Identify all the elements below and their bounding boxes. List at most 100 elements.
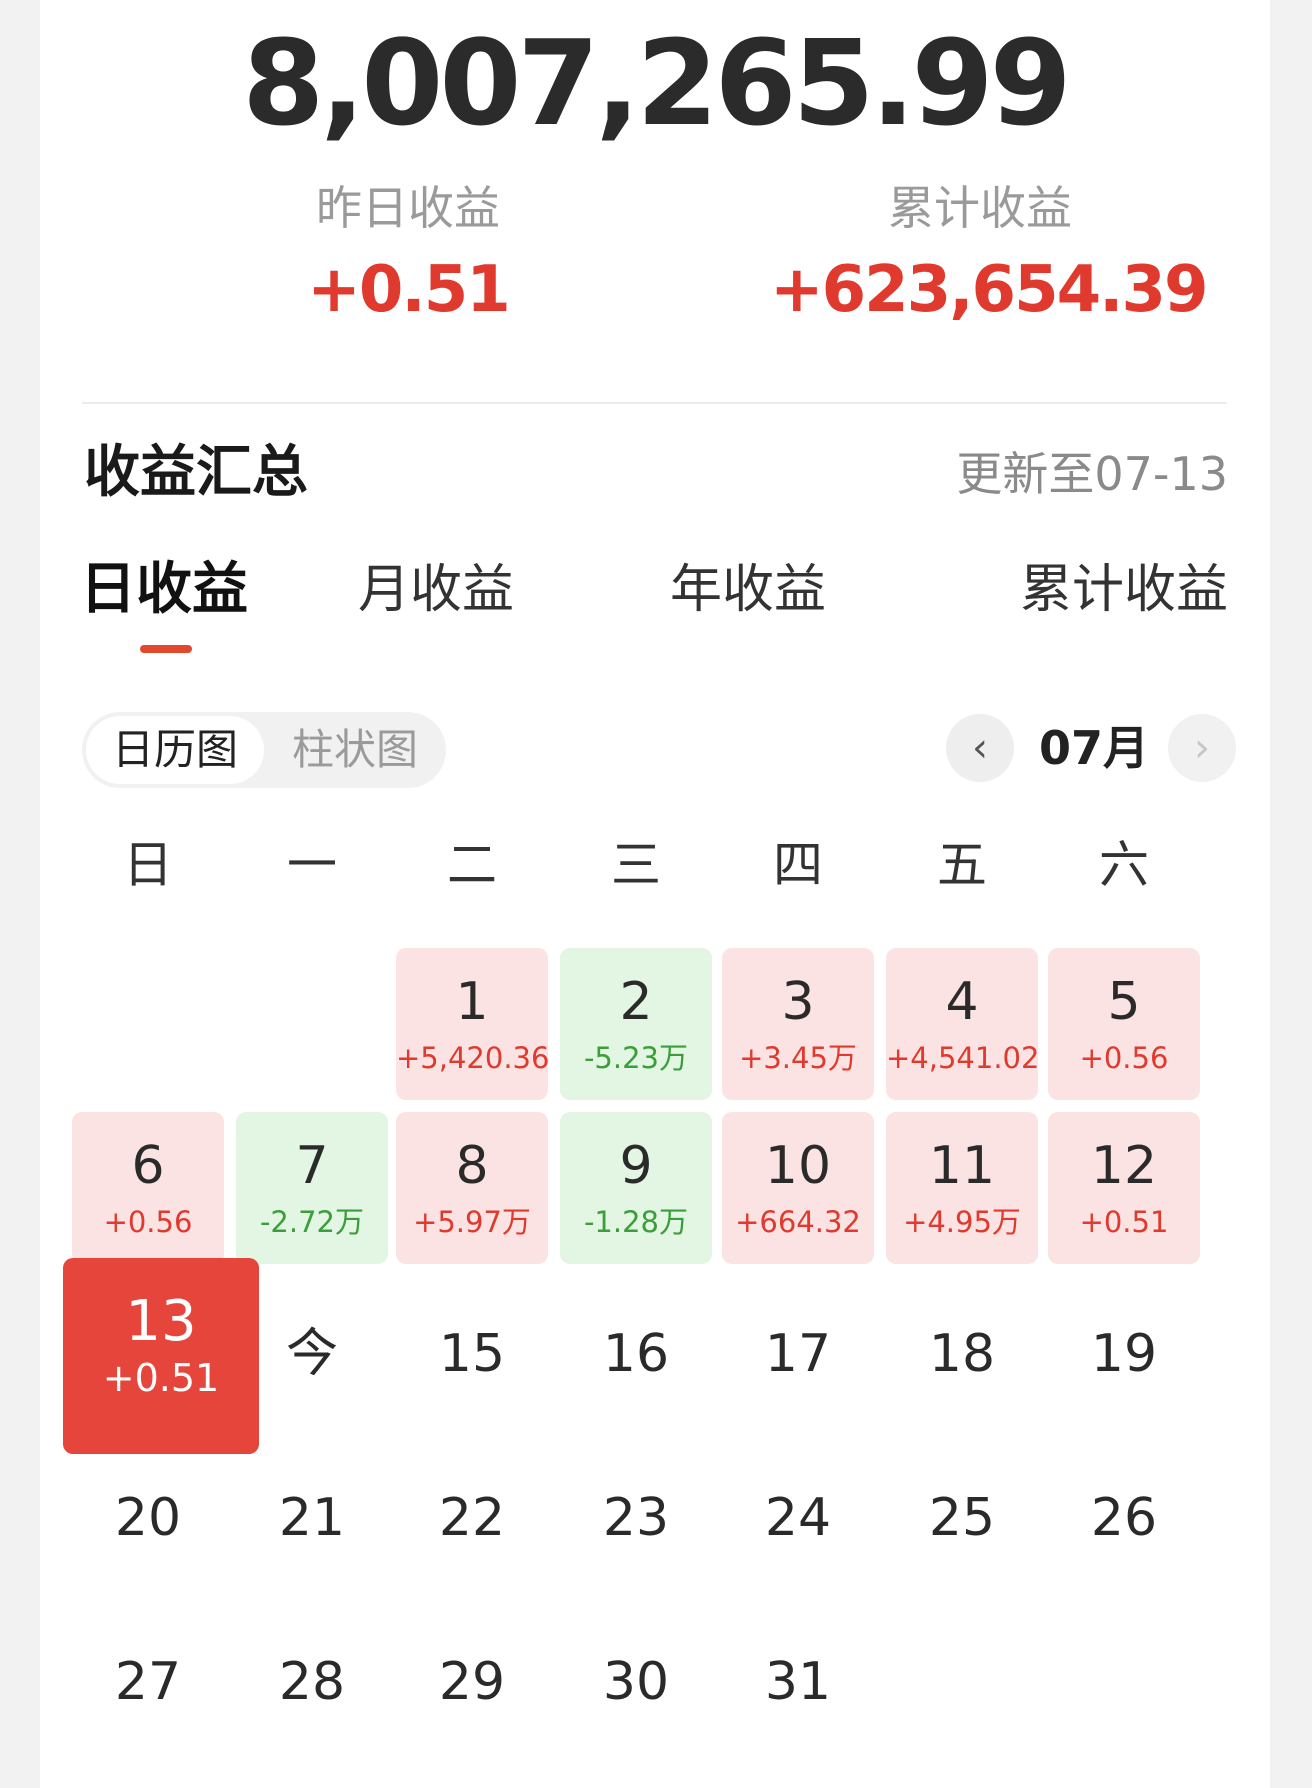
tab-daily[interactable]: 日收益 <box>80 555 248 625</box>
calendar-day[interactable]: 18 <box>886 1276 1038 1428</box>
weekday-label: 六 <box>1099 836 1149 894</box>
tab-monthly[interactable]: 月收益 <box>358 555 514 625</box>
day-number: 13 <box>125 1289 197 1354</box>
tab-active-indicator <box>140 645 192 653</box>
calendar-day[interactable]: 1 +5,420.36 <box>396 948 550 1100</box>
day-gain: +4,541.02 <box>886 1041 1040 1075</box>
calendar-day[interactable]: 15 <box>396 1276 548 1428</box>
section-title: 收益汇总 <box>84 440 308 505</box>
day-number: 30 <box>602 1652 670 1712</box>
day-gain: +5,420.36 <box>396 1041 550 1075</box>
weekday-label: 一 <box>287 836 337 894</box>
calendar-day[interactable]: 27 <box>72 1604 224 1756</box>
calendar-day[interactable]: 5 +0.56 <box>1048 948 1200 1100</box>
day-gain: +0.51 <box>102 1356 220 1400</box>
day-number: 24 <box>764 1488 832 1548</box>
day-gain: +3.45万 <box>739 1041 857 1075</box>
day-number: 27 <box>114 1652 182 1712</box>
day-number: 25 <box>928 1488 996 1548</box>
day-number: 28 <box>278 1652 346 1712</box>
chevron-left-icon[interactable]: ‹ <box>946 714 1014 782</box>
day-gain: +0.56 <box>103 1205 193 1239</box>
day-gain: +4.95万 <box>903 1205 1021 1239</box>
day-number: 12 <box>1090 1136 1158 1196</box>
day-number: 31 <box>764 1652 832 1712</box>
day-number: 9 <box>619 1136 653 1196</box>
cumulative-earnings[interactable]: 累计收益 +623,654.39 <box>770 178 1209 332</box>
calendar-day[interactable]: 3 +3.45万 <box>722 948 874 1100</box>
calendar-day[interactable]: 26 <box>1048 1440 1200 1592</box>
total-assets: 8,007,265.99 <box>242 14 1071 152</box>
weekday-label: 四 <box>773 836 823 894</box>
day-number: 10 <box>764 1136 832 1196</box>
calendar-day[interactable]: 17 <box>722 1276 874 1428</box>
day-gain: +0.51 <box>1079 1205 1169 1239</box>
weekday-label: 五 <box>937 836 987 894</box>
calendar-day[interactable]: 21 <box>236 1440 388 1592</box>
calendar-day[interactable]: 11 +4.95万 <box>886 1112 1038 1264</box>
calendar-day[interactable]: 10 +664.32 <box>722 1112 874 1264</box>
tab-cumulative[interactable]: 累计收益 <box>1020 555 1228 625</box>
day-gain: +5.97万 <box>413 1205 531 1239</box>
day-number: 5 <box>1107 972 1141 1032</box>
calendar-day[interactable]: 今 <box>236 1276 388 1428</box>
day-number: 22 <box>438 1488 506 1548</box>
day-number: 16 <box>602 1324 670 1384</box>
day-number: 26 <box>1090 1488 1158 1548</box>
day-number: 6 <box>131 1136 165 1196</box>
calendar-day[interactable]: 25 <box>886 1440 1038 1592</box>
day-number: 15 <box>438 1324 506 1384</box>
day-number: 2 <box>619 972 653 1032</box>
chevron-right-icon[interactable]: › <box>1168 714 1236 782</box>
day-gain: -1.28万 <box>583 1205 689 1239</box>
day-gain: +664.32 <box>735 1205 861 1239</box>
bar-view-button[interactable]: 柱状图 <box>264 712 446 788</box>
calendar-day[interactable]: 23 <box>560 1440 712 1592</box>
calendar-day[interactable]: 22 <box>396 1440 548 1592</box>
yesterday-earnings[interactable]: 昨日收益 +0.51 <box>198 178 618 332</box>
earnings-tabs: 日收益 月收益 年收益 累计收益 <box>40 555 1270 655</box>
day-number: 今 <box>285 1324 338 1384</box>
tab-yearly[interactable]: 年收益 <box>670 555 826 625</box>
calendar-day[interactable]: 31 <box>722 1604 874 1756</box>
divider <box>82 402 1227 404</box>
day-gain: -2.72万 <box>259 1205 365 1239</box>
day-gain: +0.56 <box>1079 1041 1169 1075</box>
day-number: 23 <box>602 1488 670 1548</box>
day-number: 3 <box>781 972 815 1032</box>
calendar-day[interactable]: 16 <box>560 1276 712 1428</box>
calendar-day[interactable]: 6 +0.56 <box>72 1112 224 1264</box>
day-number: 11 <box>928 1136 996 1196</box>
calendar-day[interactable]: 28 <box>236 1604 388 1756</box>
day-number: 20 <box>114 1488 182 1548</box>
yesterday-earnings-value: +0.51 <box>307 253 511 327</box>
calendar-view-button[interactable]: 日历图 <box>86 716 264 784</box>
day-number: 18 <box>928 1324 996 1384</box>
calendar-day[interactable]: 13 +0.51 <box>63 1258 259 1454</box>
calendar-day[interactable]: 20 <box>72 1440 224 1592</box>
day-number: 7 <box>295 1136 329 1196</box>
day-number: 29 <box>438 1652 506 1712</box>
calendar-day[interactable]: 24 <box>722 1440 874 1592</box>
earnings-card: 8,007,265.99 昨日收益 +0.51 累计收益 +623,654.39… <box>40 0 1270 1788</box>
weekday-label: 日 <box>123 836 173 894</box>
weekday-label: 二 <box>447 836 497 894</box>
day-number: 1 <box>455 972 489 1032</box>
calendar-day[interactable]: 12 +0.51 <box>1048 1112 1200 1264</box>
calendar-day[interactable]: 4 +4,541.02 <box>886 948 1040 1100</box>
day-number: 21 <box>278 1488 346 1548</box>
calendar-day[interactable]: 29 <box>396 1604 548 1756</box>
view-toggle: 日历图 柱状图 <box>82 712 446 788</box>
calendar-day[interactable]: 9 -1.28万 <box>560 1112 712 1264</box>
calendar-day[interactable]: 19 <box>1048 1276 1200 1428</box>
calendar-day[interactable]: 30 <box>560 1604 712 1756</box>
current-month: 07月 <box>1038 721 1149 775</box>
day-gain: -5.23万 <box>583 1041 689 1075</box>
calendar-day[interactable]: 7 -2.72万 <box>236 1112 388 1264</box>
day-number: 8 <box>455 1136 489 1196</box>
calendar-day[interactable]: 8 +5.97万 <box>396 1112 548 1264</box>
day-number: 19 <box>1090 1324 1158 1384</box>
day-number: 17 <box>764 1324 832 1384</box>
calendar-day[interactable]: 2 -5.23万 <box>560 948 712 1100</box>
updated-date: 更新至07-13 <box>956 447 1228 501</box>
